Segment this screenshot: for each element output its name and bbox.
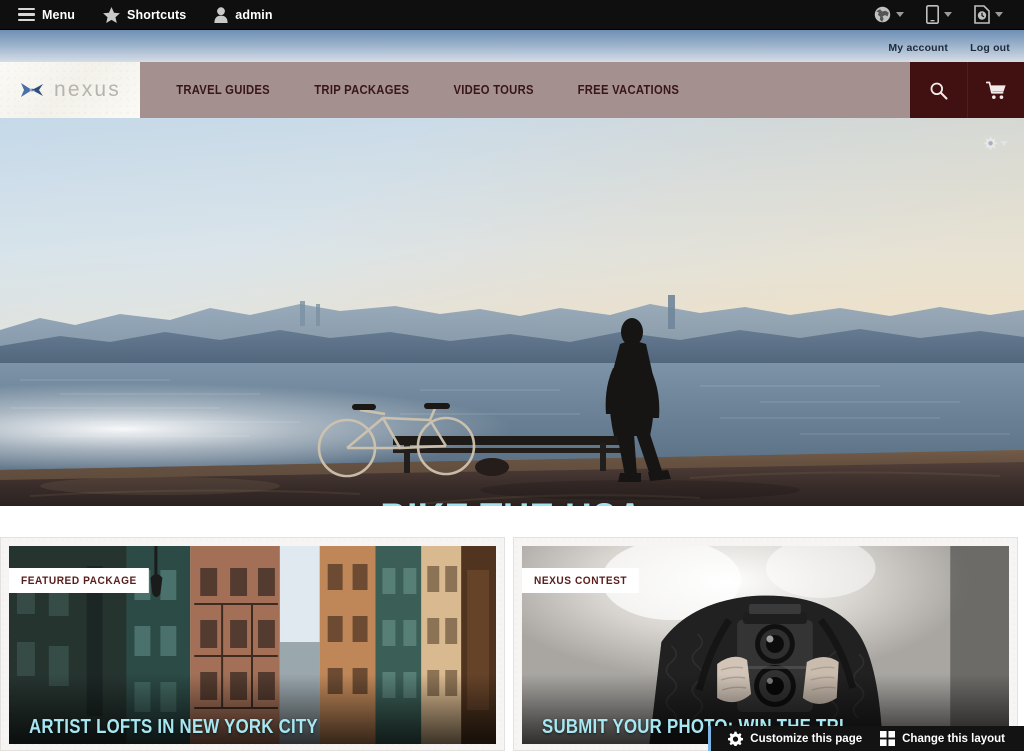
globe-icon-button[interactable] (863, 0, 915, 30)
star-icon (103, 6, 120, 23)
mobile-device-icon-button[interactable] (915, 0, 963, 30)
menu-button-label: Menu (42, 7, 76, 22)
hamburger-icon (18, 7, 35, 22)
page-clock-icon (974, 5, 990, 24)
nav-item-free-vacations[interactable]: FREE VACATIONS (562, 62, 694, 118)
gear-icon (728, 731, 744, 746)
user-avatar-icon (214, 6, 228, 23)
nav-item-trip-packages[interactable]: TRIP PACKAGES (299, 62, 425, 118)
gear-icon (983, 136, 997, 150)
user-menu-label: admin (235, 7, 273, 22)
chevron-down-icon (944, 12, 952, 17)
my-account-link[interactable]: My account (888, 42, 948, 54)
site-logo[interactable]: nexus (0, 62, 140, 118)
promo-card-featured-package[interactable]: FEATURED PACKAGE ARTIST LOFTS IN NEW YOR… (0, 537, 505, 751)
main-navigation: TRAVEL GUIDES TRIP PACKAGES VIDEO TOURS … (154, 62, 702, 118)
customize-page-label: Customize this page (750, 732, 863, 745)
card-media: FEATURED PACKAGE ARTIST LOFTS IN NEW YOR… (9, 546, 496, 744)
chevron-down-icon (896, 12, 904, 17)
chevron-down-icon (1000, 140, 1008, 146)
card-media: NEXUS CONTEST SUBMIT YOUR PHOTO: WIN THE… (522, 546, 1009, 744)
shopping-cart-icon (985, 81, 1007, 100)
search-icon (929, 81, 948, 100)
page-root: Menu Shortcuts admin My account Log out … (0, 0, 1024, 751)
account-links: My account Log out (888, 42, 1010, 54)
header-actions (910, 62, 1024, 118)
site-logo-text: nexus (53, 78, 122, 101)
account-strip: My account Log out (0, 30, 1024, 62)
admin-toolbar: Menu Shortcuts admin (0, 0, 1024, 30)
site-header: nexus TRAVEL GUIDES TRIP PACKAGES VIDEO … (0, 62, 1024, 118)
promo-cards: FEATURED PACKAGE ARTIST LOFTS IN NEW YOR… (0, 537, 1024, 751)
customize-page-button[interactable]: Customize this page (719, 726, 871, 751)
promo-card-nexus-contest[interactable]: NEXUS CONTEST SUBMIT YOUR PHOTO: WIN THE… (513, 537, 1018, 751)
hero-image (0, 118, 1024, 506)
admin-toolbar-right (863, 0, 1024, 30)
change-layout-label: Change this layout (902, 732, 1005, 745)
cart-button[interactable] (967, 62, 1024, 118)
page-clock-icon-button[interactable] (963, 0, 1014, 30)
mobile-device-icon (926, 5, 939, 24)
page-builder-bar: Customize this page Change this layout (708, 726, 1024, 751)
admin-toolbar-left: Menu Shortcuts admin (0, 0, 287, 30)
menu-button[interactable]: Menu (4, 0, 89, 30)
user-menu-button[interactable]: admin (200, 0, 286, 30)
shortcuts-button-label: Shortcuts (127, 7, 187, 22)
hero-title: BIKE THE USA (113, 496, 912, 506)
card-title[interactable]: ARTIST LOFTS IN NEW YORK CITY (29, 716, 318, 739)
chevron-down-icon (995, 12, 1003, 17)
card-badge: FEATURED PACKAGE (9, 568, 149, 593)
hero-settings-button[interactable] (983, 136, 1008, 150)
search-button[interactable] (910, 62, 967, 118)
log-out-link[interactable]: Log out (970, 42, 1010, 54)
butterfly-plane-icon (19, 80, 45, 100)
shortcuts-button[interactable]: Shortcuts (89, 0, 200, 30)
globe-icon (874, 6, 891, 23)
nav-item-video-tours[interactable]: VIDEO TOURS (438, 62, 549, 118)
nav-item-travel-guides[interactable]: TRAVEL GUIDES (161, 62, 285, 118)
grid-layout-icon (880, 731, 896, 746)
hero-banner[interactable]: BIKE THE USA (0, 118, 1024, 506)
card-badge: NEXUS CONTEST (522, 568, 640, 593)
change-layout-button[interactable]: Change this layout (871, 726, 1014, 751)
